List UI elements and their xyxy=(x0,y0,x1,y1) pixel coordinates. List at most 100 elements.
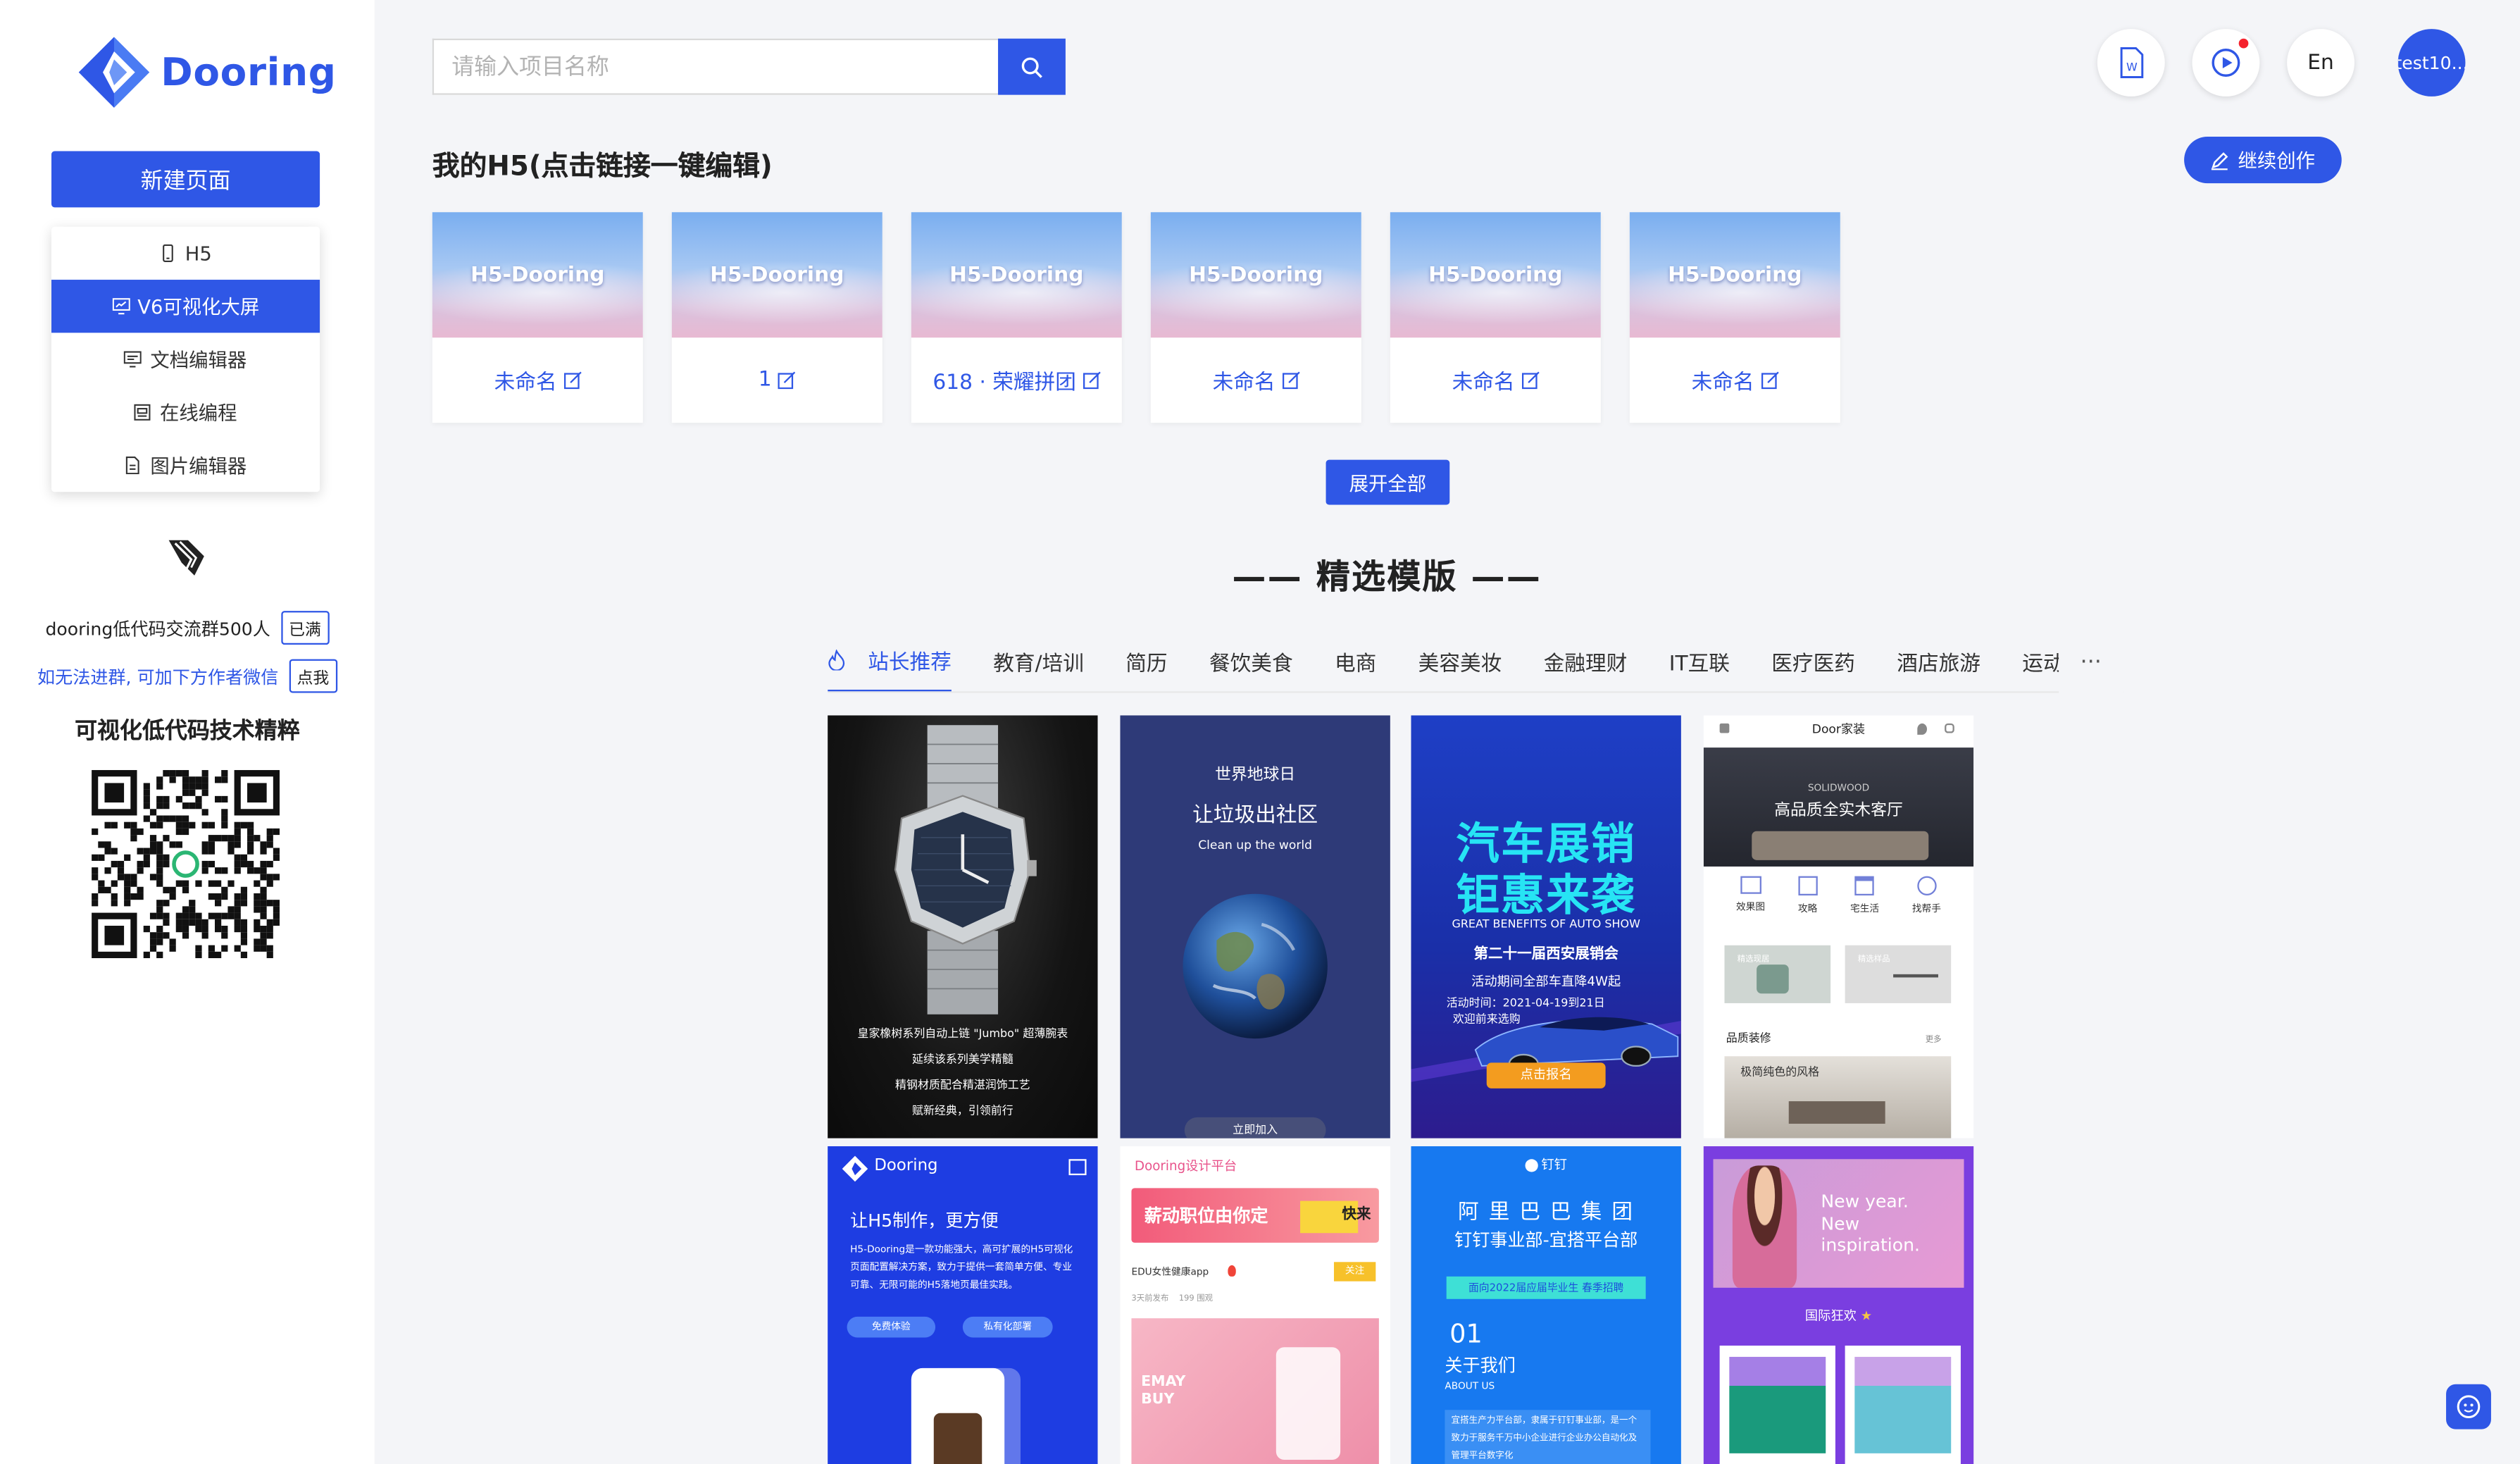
menu-item-h5[interactable]: H5 xyxy=(51,227,320,280)
template-card-watch[interactable]: 皇家橡树系列自动上链 "Jumbo" 超薄腕表 延续该系列美学精髓 精钢材质配合… xyxy=(828,715,1098,1139)
project-name-link[interactable]: 未命名 xyxy=(1630,337,1840,423)
home-icon-row: 效果图 攻略 宅生活 找帮手 xyxy=(1704,876,1973,915)
tab-beauty[interactable]: 美容美妆 xyxy=(1418,631,1502,692)
expand-all-button[interactable]: 展开全部 xyxy=(1326,459,1450,505)
new-page-button[interactable]: 新建页面 xyxy=(51,151,320,208)
earth-join-button[interactable]: 立即加入 xyxy=(1184,1117,1326,1139)
menu-item-doc-editor[interactable]: 文档编辑器 xyxy=(51,333,320,385)
search-button[interactable] xyxy=(998,38,1066,95)
project-card[interactable]: H5-Dooring 1 xyxy=(671,212,882,423)
home-icon xyxy=(1719,723,1730,733)
language-toggle[interactable]: En xyxy=(2287,29,2354,97)
home-icon-item[interactable]: 宅生活 xyxy=(1850,876,1879,914)
project-name-link[interactable]: 618 · 荣耀拼团 xyxy=(911,337,1122,423)
auto-register-button[interactable]: 点击报名 xyxy=(1486,1062,1606,1088)
project-thumbnail[interactable]: H5-Dooring xyxy=(1629,212,1840,338)
search-input[interactable] xyxy=(432,38,999,95)
group-text: dooring低代码交流群500人 xyxy=(45,619,270,640)
template-card-auto-show[interactable]: 汽车展销 钜惠来袭 GREAT BENEFITS OF AUTO SHOW 第二… xyxy=(1411,715,1681,1139)
home-more-link[interactable]: 更多 xyxy=(1926,1034,1942,1046)
tab-resume[interactable]: 简历 xyxy=(1125,631,1167,692)
tab-finance[interactable]: 金融理财 xyxy=(1544,631,1628,692)
word-file-icon: W xyxy=(2120,46,2144,79)
menu-item-image-editor[interactable]: 图片编辑器 xyxy=(51,439,320,492)
home-icon-item[interactable]: 找帮手 xyxy=(1912,876,1941,914)
project-name: 未命名 xyxy=(1452,371,1515,396)
tab-travel[interactable]: 酒店旅游 xyxy=(1897,631,1981,692)
alibaba-banner: 面向2022届应届毕业生 春季招聘 xyxy=(1446,1276,1646,1299)
project-thumbnail[interactable]: H5-Dooring xyxy=(432,212,643,338)
menu-item-label: 文档编辑器 xyxy=(150,349,247,372)
project-name: 618 · 荣耀拼团 xyxy=(932,371,1076,396)
project-thumbnail[interactable]: H5-Dooring xyxy=(1390,212,1601,338)
template-card-alibaba[interactable]: 钉钉 阿 里 巴 巴 集 团 钉钉事业部-宜搭平台部 面向2022届应届毕业生 … xyxy=(1411,1146,1681,1464)
menu-item-label: H5 xyxy=(185,242,212,265)
home-icon-item[interactable]: 效果图 xyxy=(1736,876,1765,915)
project-thumbnail[interactable]: H5-Dooring xyxy=(911,212,1122,338)
fashion-carnival: 国际狂欢 ★ xyxy=(1704,1307,1973,1325)
menu-item-v6-dashboard[interactable]: V6可视化大屏 xyxy=(51,280,320,333)
tabs-more-button[interactable]: ··· xyxy=(2059,630,2123,693)
project-name: 未命名 xyxy=(1212,371,1275,396)
watch-description: 皇家橡树系列自动上链 "Jumbo" 超薄腕表 延续该系列美学精髓 精钢材质配合… xyxy=(828,1021,1097,1124)
tab-medical[interactable]: 医疗医药 xyxy=(1771,631,1855,692)
design-banner-text: 薪动职位由你定 xyxy=(1144,1205,1268,1227)
earth-subtitle: Clean up the world xyxy=(1198,837,1313,852)
logo[interactable]: Dooring xyxy=(77,35,337,109)
dooring-private-deploy-button[interactable]: 私有化部署 xyxy=(962,1316,1053,1338)
project-name: 未命名 xyxy=(494,371,557,396)
tab-it[interactable]: IT互联 xyxy=(1669,631,1730,692)
watch-line: 赋新经典，引领前行 xyxy=(911,1104,1013,1117)
play-icon xyxy=(2212,49,2240,77)
template-card-earth-day[interactable]: 世界地球日 让垃圾出社区 Clean up the world 立即加入 xyxy=(1120,715,1390,1139)
file-icon xyxy=(126,457,140,475)
video-tutorial-button[interactable] xyxy=(2192,29,2260,97)
project-name-link[interactable]: 未命名 xyxy=(432,337,643,423)
menu-item-label: 图片编辑器 xyxy=(150,454,247,478)
home-store-name: Door家装 xyxy=(1811,721,1866,737)
sofa-image xyxy=(1752,831,1929,860)
menu-icon[interactable] xyxy=(1068,1159,1087,1176)
fashion-carnival-label: 国际狂欢 xyxy=(1804,1308,1857,1324)
home-icon-item[interactable]: 攻略 xyxy=(1797,876,1817,914)
fashion-product-2[interactable] xyxy=(1845,1345,1961,1464)
dingtalk-label: 钉钉 xyxy=(1541,1157,1567,1172)
project-name-link[interactable]: 未命名 xyxy=(1151,337,1361,423)
design-app-name: EDU女性健康app xyxy=(1131,1267,1209,1279)
customer-service-button[interactable] xyxy=(2446,1384,2491,1429)
chat-robot-icon xyxy=(2457,1395,2481,1418)
project-card[interactable]: H5-Dooring 未命名 xyxy=(1629,212,1840,423)
follow-button[interactable]: 关注 xyxy=(1333,1262,1376,1282)
project-thumbnail[interactable]: H5-Dooring xyxy=(671,212,882,338)
coin-icon xyxy=(1916,876,1937,896)
project-name-link[interactable]: 未命名 xyxy=(1390,337,1601,423)
dooring-free-trial-button[interactable]: 免费体验 xyxy=(847,1316,936,1338)
chair-image xyxy=(1757,964,1789,994)
word-doc-button[interactable]: W xyxy=(2097,29,2165,97)
project-card[interactable]: H5-Dooring 未命名 xyxy=(1390,212,1601,423)
tab-ecommerce[interactable]: 电商 xyxy=(1335,631,1376,692)
project-card[interactable]: H5-Dooring 未命名 xyxy=(1150,212,1361,423)
tab-recommended[interactable]: 站长推荐 xyxy=(828,631,952,692)
template-card-dooring[interactable]: Dooring 让H5制作，更方便 H5-Dooring是一款功能强大，高可扩展… xyxy=(828,1146,1098,1464)
watch-image xyxy=(894,725,1037,1015)
wechat-button[interactable]: 点我 xyxy=(289,659,337,693)
tab-education[interactable]: 教育/培训 xyxy=(993,631,1084,692)
project-card[interactable]: H5-Dooring 618 · 荣耀拼团 xyxy=(911,212,1122,423)
user-avatar[interactable]: test10... xyxy=(2397,29,2466,97)
continue-create-button[interactable]: 继续创作 xyxy=(2184,136,2342,184)
notification-dot xyxy=(2238,38,2249,49)
project-name-link[interactable]: 1 xyxy=(672,337,882,423)
building-icon xyxy=(1854,876,1875,896)
fashion-product-1[interactable] xyxy=(1719,1345,1835,1464)
home-pic-2: 精选样品 xyxy=(1845,945,1952,1003)
template-card-fashion[interactable]: New year. New inspiration. 国际狂欢 ★ xyxy=(1703,1146,1974,1464)
template-card-home-decor[interactable]: Door家装 SOLIDWOOD 高品质全实木客厅 效果图 攻略 宅生活 找帮手… xyxy=(1703,715,1974,1139)
project-card[interactable]: H5-Dooring 未命名 xyxy=(432,212,643,423)
template-card-design-platform[interactable]: Dooring设计平台 薪动职位由你定 快来 EDU女性健康app 关注 3天前… xyxy=(1120,1146,1390,1464)
design-banner[interactable]: 薪动职位由你定 快来 xyxy=(1131,1188,1379,1243)
project-thumbnail[interactable]: H5-Dooring xyxy=(1150,212,1361,338)
tab-food[interactable]: 餐饮美食 xyxy=(1209,631,1293,692)
menu-item-online-coding[interactable]: 在线编程 xyxy=(51,386,320,439)
edit-icon xyxy=(778,371,796,390)
